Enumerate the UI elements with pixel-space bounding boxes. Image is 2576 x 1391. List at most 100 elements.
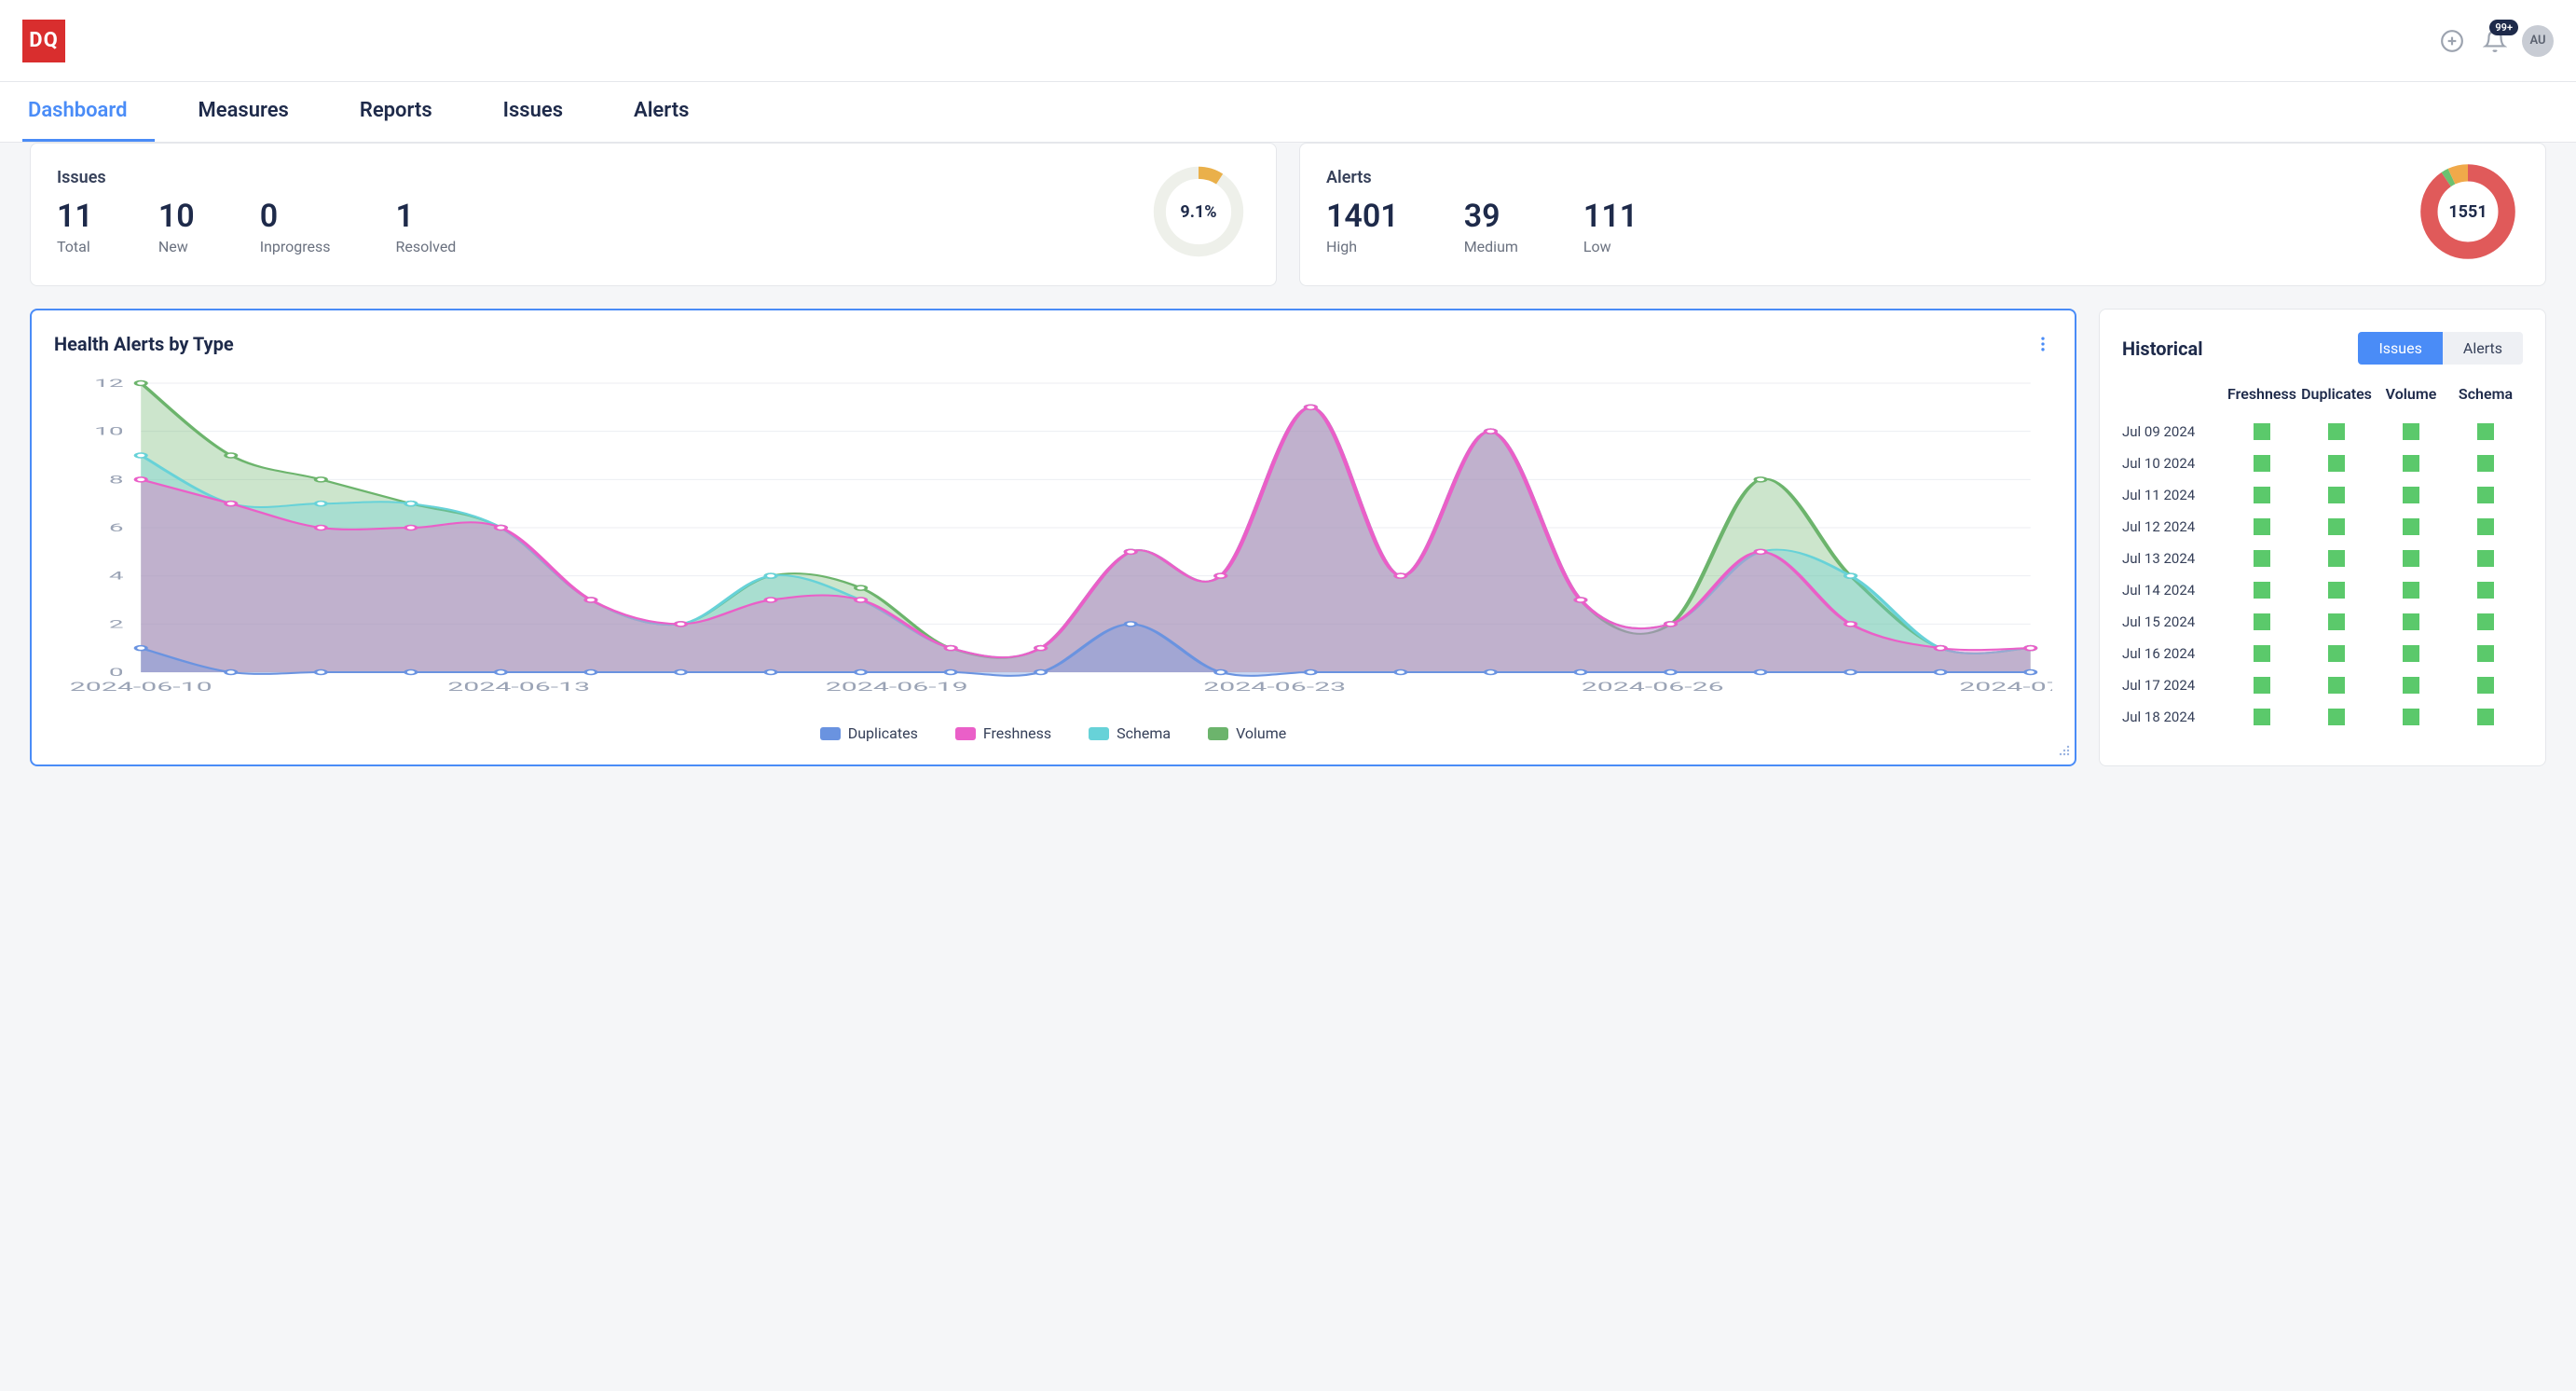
svg-text:2024-06-26: 2024-06-26: [1582, 680, 1724, 695]
resize-handle-icon[interactable]: [2058, 743, 2071, 761]
hist-cell: [2374, 487, 2448, 503]
stat-label: Inprogress: [260, 238, 331, 255]
brand-logo: DQ: [22, 20, 65, 62]
hist-date: Jul 14 2024: [2122, 582, 2225, 599]
svg-text:6: 6: [109, 521, 124, 534]
hist-cell: [2374, 645, 2448, 662]
hist-row: Jul 15 2024: [2122, 606, 2523, 638]
status-square-icon: [2328, 613, 2345, 630]
stat-new: 10 New: [158, 200, 195, 255]
legend-label: Volume: [1236, 724, 1286, 742]
add-button[interactable]: [2436, 25, 2468, 57]
hist-cell: [2448, 709, 2523, 725]
stat-value: 10: [158, 200, 195, 232]
tab-measures[interactable]: Measures: [192, 82, 316, 142]
hist-cell: [2299, 550, 2374, 567]
status-square-icon: [2403, 645, 2419, 662]
hist-cell: [2448, 423, 2523, 440]
issues-donut-value: 9.1%: [1147, 160, 1250, 263]
tab-alerts[interactable]: Alerts: [628, 82, 717, 142]
legend-swatch: [1208, 727, 1228, 740]
hist-row: Jul 12 2024: [2122, 511, 2523, 543]
hist-cell: [2374, 613, 2448, 630]
hist-row: Jul 09 2024: [2122, 416, 2523, 448]
hist-col-duplicates: Duplicates: [2299, 385, 2374, 403]
hist-cell: [2448, 487, 2523, 503]
stat-label: High: [1326, 238, 1399, 255]
stat-label: New: [158, 238, 195, 255]
hist-col-schema: Schema: [2448, 385, 2523, 403]
user-avatar[interactable]: AU: [2522, 25, 2554, 57]
hist-cell: [2225, 423, 2299, 440]
tab-issues[interactable]: Issues: [498, 82, 591, 142]
svg-text:2024-06-13: 2024-06-13: [447, 680, 590, 695]
status-square-icon: [2328, 518, 2345, 535]
tab-dashboard[interactable]: Dashboard: [22, 82, 155, 142]
hist-row: Jul 10 2024: [2122, 448, 2523, 479]
hist-cell: [2225, 677, 2299, 694]
stat-label: Medium: [1464, 238, 1518, 255]
status-square-icon: [2328, 582, 2345, 599]
hist-cell: [2299, 582, 2374, 599]
hist-cell: [2299, 518, 2374, 535]
status-square-icon: [2477, 677, 2494, 694]
legend-schema[interactable]: Schema: [1089, 724, 1171, 742]
hist-cell: [2374, 709, 2448, 725]
hist-date: Jul 16 2024: [2122, 645, 2225, 662]
legend-swatch: [1089, 727, 1109, 740]
status-square-icon: [2254, 423, 2270, 440]
hist-date: Jul 09 2024: [2122, 423, 2225, 440]
chart-legend: Duplicates Freshness Schema Volume: [54, 724, 2052, 742]
status-square-icon: [2328, 487, 2345, 503]
svg-text:2024-06-19: 2024-06-19: [826, 680, 968, 695]
status-square-icon: [2403, 709, 2419, 725]
tab-reports[interactable]: Reports: [354, 82, 460, 142]
stat-resolved: 1Resolved: [396, 200, 457, 255]
status-square-icon: [2477, 550, 2494, 567]
status-square-icon: [2254, 550, 2270, 567]
status-square-icon: [2254, 645, 2270, 662]
stat-value: 11: [57, 200, 93, 232]
hist-cell: [2374, 677, 2448, 694]
toggle-alerts[interactable]: Alerts: [2443, 332, 2523, 365]
status-square-icon: [2254, 582, 2270, 599]
status-square-icon: [2403, 582, 2419, 599]
hist-row: Jul 11 2024: [2122, 479, 2523, 511]
hist-row: Jul 17 2024: [2122, 669, 2523, 701]
hist-row: Jul 14 2024: [2122, 574, 2523, 606]
svg-text:2024-06-23: 2024-06-23: [1203, 680, 1346, 695]
notification-badge: 99+: [2489, 20, 2518, 35]
legend-freshness[interactable]: Freshness: [955, 724, 1051, 742]
notifications-button[interactable]: 99+: [2479, 25, 2511, 57]
legend-volume[interactable]: Volume: [1208, 724, 1286, 742]
stat-value: 1401: [1326, 200, 1399, 232]
hist-cell: [2225, 518, 2299, 535]
chart-menu-button[interactable]: [2034, 335, 2052, 353]
hist-cell: [2448, 645, 2523, 662]
legend-duplicates[interactable]: Duplicates: [820, 724, 918, 742]
hist-date: Jul 10 2024: [2122, 455, 2225, 472]
chart-title: Health Alerts by Type: [54, 333, 2034, 355]
alerts-donut-value: 1551: [2417, 160, 2519, 263]
status-square-icon: [2477, 518, 2494, 535]
issues-title: Issues: [57, 168, 1147, 187]
historical-toggle: IssuesAlerts: [2358, 332, 2523, 365]
status-square-icon: [2328, 423, 2345, 440]
app-header: DQ 99+ AU: [0, 0, 2576, 82]
status-square-icon: [2254, 709, 2270, 725]
issues-card: Issues 11Total10New0Inprogress1Resolved …: [30, 143, 1277, 286]
hist-col-volume: Volume: [2374, 385, 2448, 403]
status-square-icon: [2477, 645, 2494, 662]
stat-value: 39: [1464, 200, 1518, 232]
hist-cell: [2225, 645, 2299, 662]
hist-cell: [2448, 550, 2523, 567]
stat-label: Low: [1583, 238, 1637, 255]
svg-text:0: 0: [109, 666, 124, 679]
hist-cell: [2299, 487, 2374, 503]
toggle-issues[interactable]: Issues: [2358, 332, 2442, 365]
stat-label: Total: [57, 238, 93, 255]
hist-cell: [2374, 550, 2448, 567]
hist-row: Jul 18 2024: [2122, 701, 2523, 733]
hist-row: Jul 16 2024: [2122, 638, 2523, 669]
svg-text:8: 8: [109, 474, 124, 487]
